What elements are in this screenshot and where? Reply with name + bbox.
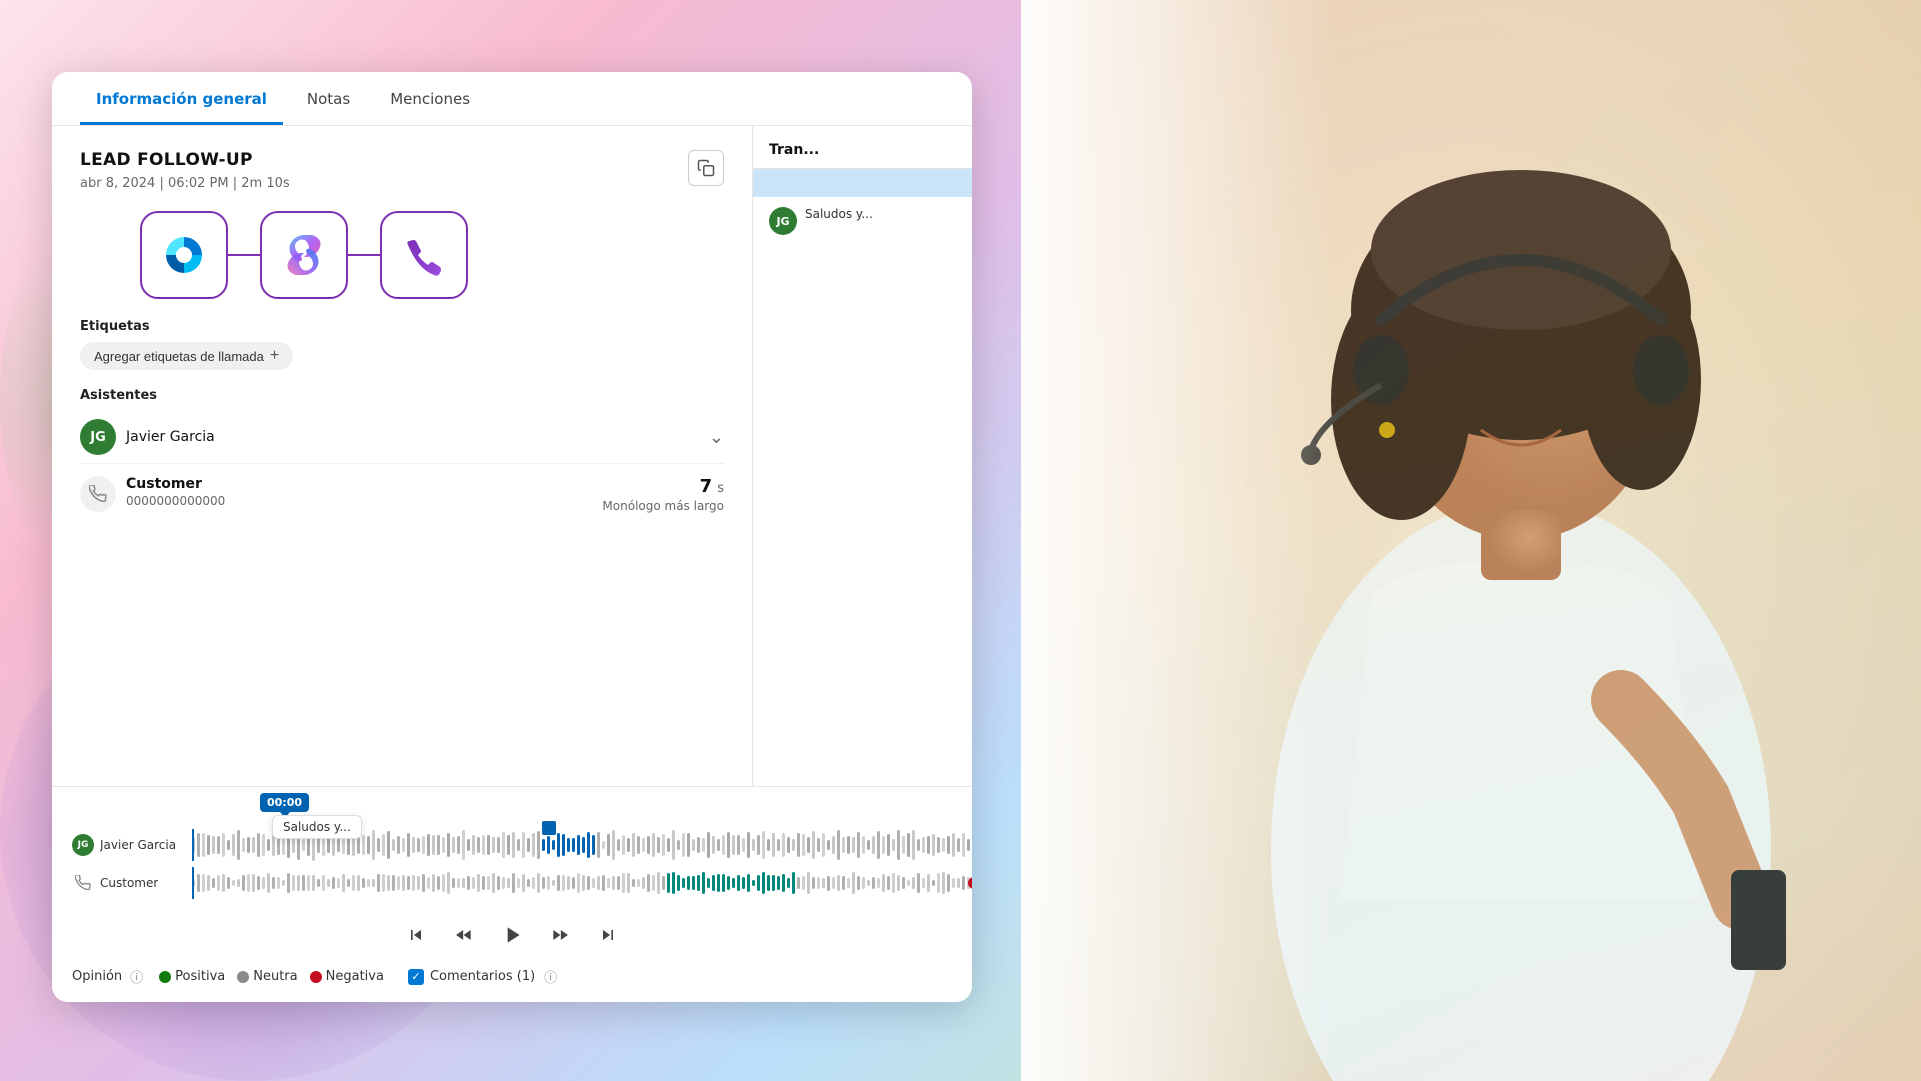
track-jg-label: JG Javier Garcia (72, 834, 182, 856)
avatar-jg: JG (80, 419, 116, 455)
fast-forward-icon (550, 925, 570, 945)
participant-jg-name: Javier Garcia (126, 429, 215, 445)
dynamics365-icon (158, 229, 210, 281)
tooltip-greeting: Saludos y... (272, 815, 362, 839)
skip-back-icon (406, 925, 426, 945)
copilot-icon (278, 229, 330, 281)
skip-forward-button[interactable] (592, 919, 624, 951)
customer-phone: 0000000000000 (126, 494, 225, 508)
etiquetas-section: Etiquetas Agregar etiquetas de llamada + (80, 319, 724, 370)
call-title: LEAD FOLLOW-UP (80, 150, 724, 170)
plus-icon: + (270, 347, 279, 365)
copy-button[interactable] (688, 150, 724, 186)
participant-jg-row: JG Javier Garcia ⌄ (80, 411, 724, 463)
tab-notas[interactable]: Notas (291, 72, 366, 125)
connector-1 (228, 254, 260, 256)
play-icon (499, 922, 525, 948)
chevron-down-icon[interactable]: ⌄ (709, 427, 724, 448)
track-customer-phone-icon (72, 872, 94, 894)
customer-info: Customer 0000000000000 (126, 476, 225, 508)
customer-name: Customer (126, 476, 225, 492)
legend-neutral: Neutra (237, 969, 297, 984)
sentiment-legend: Positiva Neutra Negativa (159, 969, 384, 984)
negative-dot (310, 971, 322, 983)
opinion-row: Opinión ⓘ Positiva Neutra Negativa (52, 959, 972, 1002)
comments-label: Comentarios (1) (430, 969, 535, 984)
add-tag-label: Agregar etiquetas de llamada (94, 349, 264, 364)
left-panel: LEAD FOLLOW-UP abr 8, 2024 | 06:02 PM | … (52, 126, 752, 786)
stat-label: Monólogo más largo (602, 499, 724, 513)
customer-bars (192, 867, 972, 899)
rewind-button[interactable] (448, 919, 480, 951)
customer-stats: 7 s Monólogo más largo (602, 476, 724, 513)
copy-icon (697, 159, 715, 177)
skip-back-button[interactable] (400, 919, 432, 951)
phone-icon (402, 233, 446, 277)
transcript-greeting: Saludos y... (805, 207, 873, 221)
neutral-dot (237, 971, 249, 983)
transcript-jg-msg: JG Saludos y... (753, 197, 972, 245)
app-icons-row (140, 211, 724, 299)
track-jg-name: Javier Garcia (100, 838, 176, 852)
tab-bar: Información general Notas Menciones (52, 72, 972, 126)
asistentes-label: Asistentes (80, 388, 724, 403)
waveform-area: 00:00 Saludos y... JG Javier Garcia (52, 787, 972, 899)
track-customer-name: Customer (100, 876, 158, 890)
content-area: LEAD FOLLOW-UP abr 8, 2024 | 06:02 PM | … (52, 126, 972, 786)
skip-forward-icon (598, 925, 618, 945)
time-marker: 00:00 (260, 793, 309, 812)
customer-phone-icon (80, 476, 116, 512)
add-tag-button[interactable]: Agregar etiquetas de llamada + (80, 342, 293, 370)
asistentes-section: Asistentes JG Javier Garcia ⌄ Customer (80, 388, 724, 513)
waveform-panel: 00:00 Saludos y... JG Javier Garcia (52, 786, 972, 1002)
playback-controls (52, 905, 972, 959)
opinion-label: Opinión ⓘ (72, 967, 143, 986)
positive-label: Positiva (175, 969, 225, 984)
tab-general[interactable]: Información general (80, 72, 283, 125)
track-customer-waveform[interactable] (192, 867, 972, 899)
legend-negative: Negativa (310, 969, 384, 984)
transcript-avatar-jg: JG (769, 207, 797, 235)
transcript-panel: Tran... JG Saludos y... (752, 126, 972, 786)
customer-row: Customer 0000000000000 7 s Monólogo más … (80, 463, 724, 513)
track-jg-avatar: JG (72, 834, 94, 856)
rewind-icon (454, 925, 474, 945)
comments-section: Comentarios (1) ⓘ (408, 967, 557, 986)
track-jg: JG Javier Garcia (72, 829, 952, 861)
tab-menciones[interactable]: Menciones (374, 72, 486, 125)
connector-2 (348, 254, 380, 256)
transcript-header: Tran... (753, 126, 972, 169)
positive-dot (159, 971, 171, 983)
etiquetas-label: Etiquetas (80, 319, 724, 334)
opinion-info-icon: ⓘ (130, 967, 143, 986)
negative-label: Negativa (326, 969, 384, 984)
call-meta: abr 8, 2024 | 06:02 PM | 2m 10s (80, 176, 724, 191)
legend-positive: Positiva (159, 969, 225, 984)
main-card: Información general Notas Menciones LEAD… (52, 72, 972, 1002)
copilot-icon-box (260, 211, 348, 299)
track-customer: Customer (72, 867, 952, 899)
transcript-highlight (753, 169, 972, 197)
neutral-label: Neutra (253, 969, 297, 984)
play-button[interactable] (496, 919, 528, 951)
opinion-text: Opinión (72, 969, 122, 984)
fast-forward-button[interactable] (544, 919, 576, 951)
dynamics365-icon-box (140, 211, 228, 299)
phone-icon-box (380, 211, 468, 299)
comments-checkbox[interactable] (408, 969, 424, 985)
track-customer-label: Customer (72, 872, 182, 894)
comments-info-icon: ⓘ (544, 967, 557, 986)
stat-value: 7 s (602, 476, 724, 497)
